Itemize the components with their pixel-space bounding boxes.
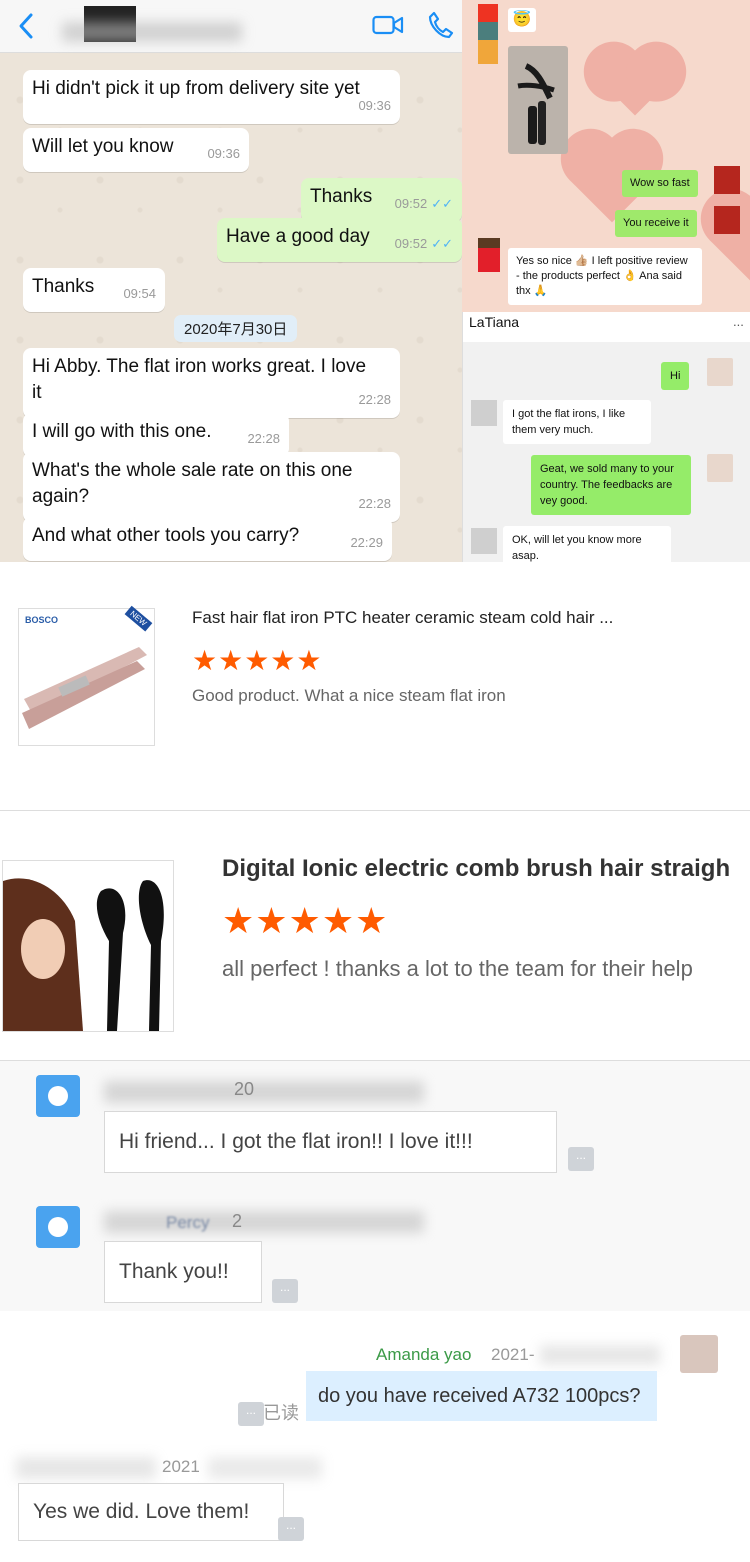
message-time: 09:52 (394, 236, 428, 251)
comment-chat-panel: 20 Hi friend... I got the flat iron!! I … (0, 1061, 750, 1311)
own-avatar[interactable] (714, 206, 740, 234)
date-blurred (540, 1345, 660, 1365)
message-bubble-outgoing: Hi (661, 362, 690, 390)
more-options-icon[interactable]: ... (278, 1517, 304, 1541)
message-bubble-incoming: What's the whole sale rate on this one a… (23, 452, 400, 522)
message-bubble-incoming: Yes so nice 👍🏼 I left positive review - … (508, 248, 702, 305)
more-options-icon[interactable]: ... (568, 1147, 594, 1171)
user-avatar[interactable] (36, 1206, 80, 1248)
message-bubble-incoming: Hi didn't pick it up from delivery site … (23, 70, 400, 124)
sender-name: Amanda yao (376, 1345, 472, 1364)
message-bubble-outgoing: Have a good day 09:52 ✓✓ (217, 218, 462, 262)
message-time: 09:36 (207, 146, 240, 161)
more-options-icon[interactable]: ... (272, 1279, 298, 1303)
message-text: Hi didn't pick it up from delivery site … (32, 78, 360, 99)
timestamp-partial: 20 (234, 1079, 255, 1099)
chat-title: LaTiana (469, 314, 520, 330)
message-text: Hi Abby. The flat iron works great. I lo… (32, 356, 367, 403)
message-bubble-outgoing: Thanks 09:52 ✓✓ (301, 178, 462, 222)
message-bubble-incoming: I got the flat irons, I like them very m… (503, 400, 651, 444)
message-text: I will go with this one. (32, 421, 212, 442)
message-time: 22:28 (358, 392, 391, 407)
chat-header (0, 0, 462, 53)
date-blurred (208, 1457, 322, 1479)
phone-icon[interactable] (428, 11, 454, 39)
latiana-chat-panel: LaTiana ... Hi I got the flat irons, I l… (462, 312, 750, 562)
amanda-chat-panel: Amanda yao 2021- do you have received A7… (0, 1311, 750, 1562)
username-partial: Percy (166, 1213, 210, 1232)
comment-bubble: Hi friend... I got the flat iron!! I lov… (104, 1111, 557, 1173)
message-bubble-incoming: Thanks 09:54 (23, 268, 165, 312)
whatsapp-chat-panel: Hi didn't pick it up from delivery site … (0, 0, 462, 562)
photo-chat-panel: 😇 Wow so fast You receive it Yes so nice… (462, 0, 750, 312)
username-blurred (16, 1457, 156, 1479)
date-separator: 2020年7月30日 (174, 315, 298, 342)
new-tag-badge: NEW (124, 605, 153, 632)
hair-tools-photo (517, 63, 555, 145)
timestamp-partial: 2 (232, 1211, 243, 1231)
flat-iron-image (22, 647, 147, 729)
message-date: 2021 (162, 1457, 200, 1476)
more-menu-icon[interactable]: ... (733, 314, 744, 329)
product-thumbnail-flat-iron[interactable]: BOSCO NEW (18, 605, 155, 746)
own-avatar[interactable] (707, 358, 733, 386)
message-time: 22:28 (247, 431, 280, 446)
sender-avatar[interactable] (478, 238, 500, 272)
photo-message-products[interactable] (508, 46, 568, 154)
message-date: 2021- (491, 1345, 535, 1364)
read-receipt-icon: ✓✓ (431, 236, 453, 251)
sender-avatar[interactable] (478, 4, 498, 64)
message-bubble-outgoing: Geat, we sold many to your country. The … (531, 455, 691, 515)
message-bubble-outgoing: Wow so fast (622, 170, 698, 197)
brand-logo-text: BOSCO (25, 615, 59, 625)
star-rating: ★★★★★ (192, 645, 323, 676)
message-text: Have a good day (226, 226, 370, 247)
message-bubble-incoming: And what other tools you carry? 22:29 (23, 517, 392, 561)
product-title[interactable]: Digital Ionic electric comb brush hair s… (222, 855, 750, 883)
contact-avatar[interactable] (471, 528, 497, 554)
sender-avatar[interactable] (680, 1335, 718, 1373)
comb-brush-image (3, 878, 164, 1031)
message-bubble-outgoing: You receive it (615, 210, 697, 237)
message-bubble-incoming: I will go with this one. 22:28 (23, 413, 289, 457)
message-time: 09:36 (358, 98, 391, 113)
own-avatar[interactable] (707, 454, 733, 482)
comment-bubble: Thank you!! (104, 1241, 262, 1303)
message-bubble-incoming: Will let you know 09:36 (23, 128, 249, 172)
message-bubble-incoming: Hi Abby. The flat iron works great. I lo… (23, 348, 400, 418)
more-options-icon[interactable]: ... (238, 1402, 264, 1426)
message-text: Thanks (32, 276, 95, 297)
product-title[interactable]: Fast hair flat iron PTC heater ceramic s… (192, 608, 613, 628)
own-avatar[interactable] (714, 166, 740, 194)
contact-name-blurred (62, 22, 242, 42)
username-blurred (104, 1081, 424, 1103)
message-time: 09:52 (394, 196, 428, 211)
message-time: 22:28 (358, 496, 391, 511)
message-bubble-incoming: OK, will let you know more asap. (503, 526, 671, 562)
heart-decoration (602, 50, 668, 116)
read-receipt-icon: ✓✓ (431, 196, 453, 211)
star-rating: ★★★★★ (222, 900, 389, 941)
divider (0, 810, 750, 811)
message-text: And what other tools you carry? (32, 525, 300, 546)
message-bubble-outgoing: do you have received A732 100pcs? (306, 1371, 657, 1421)
latiana-header: LaTiana ... (463, 312, 750, 342)
message-time: 09:54 (123, 286, 156, 301)
video-camera-icon[interactable] (372, 14, 404, 36)
contact-avatar[interactable] (471, 400, 497, 426)
message-text: Thanks (310, 186, 373, 207)
read-status: 已读 (263, 1403, 299, 1423)
review-comment: all perfect ! thanks a lot to the team f… (222, 956, 693, 981)
message-bubble-incoming: Yes we did. Love them! (18, 1483, 284, 1541)
username-blurred (104, 1211, 424, 1233)
product-thumbnail-comb-brush[interactable] (2, 860, 174, 1032)
review-comment: Good product. What a nice steam flat iro… (192, 686, 506, 705)
message-text: What's the whole sale rate on this one a… (32, 460, 353, 507)
user-avatar[interactable] (36, 1075, 80, 1117)
back-chevron-icon[interactable] (16, 12, 36, 40)
message-time: 22:29 (350, 535, 383, 550)
message-text: Will let you know (32, 136, 174, 157)
emoji-message: 😇 (508, 8, 536, 32)
